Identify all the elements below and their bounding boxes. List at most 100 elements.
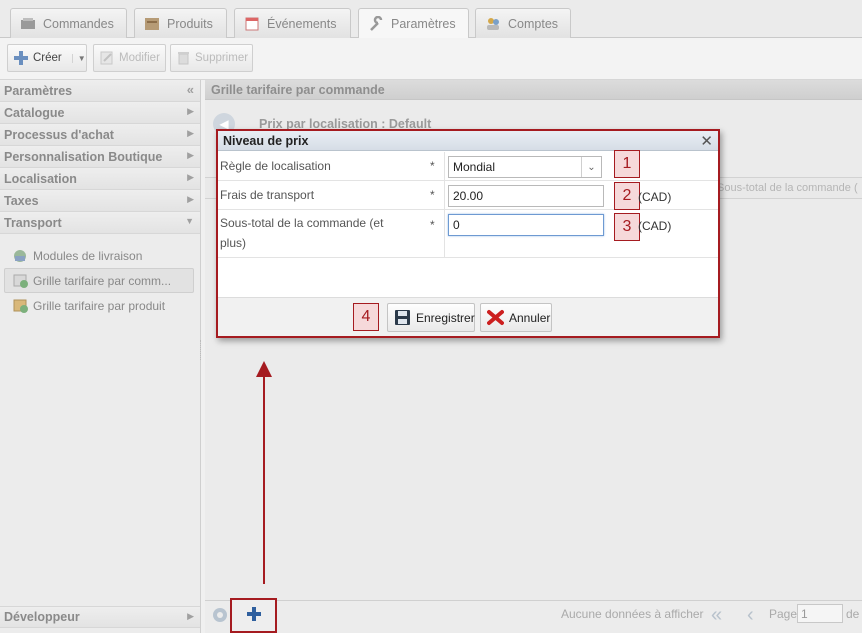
sidebar-header-label: Paramètres: [4, 83, 73, 98]
accounts-icon: [484, 16, 502, 32]
currency-unit: (CAD): [638, 219, 672, 233]
collapse-sidebar-icon[interactable]: «: [187, 82, 194, 97]
shipping-fee-input[interactable]: 20.00: [448, 185, 604, 207]
section-label: Transport: [4, 215, 62, 230]
expand-arrow-icon: ▶: [187, 150, 194, 160]
price-grid-product-icon: [12, 297, 29, 314]
section-label: Taxes: [4, 193, 39, 208]
tab-label: Paramètres: [391, 17, 456, 31]
sidebar-section-taxes[interactable]: Taxes ▶: [0, 190, 200, 212]
sidebar-header: Paramètres «: [0, 80, 200, 102]
first-page-icon[interactable]: «: [711, 604, 722, 627]
toolbar: Créer ▼ Modifier Supprimer: [0, 38, 862, 80]
currency-unit: (CAD): [638, 190, 672, 204]
delete-button[interactable]: Supprimer: [170, 44, 253, 72]
wrench-icon: [367, 16, 385, 32]
orders-icon: [19, 16, 37, 32]
input-value: 0: [453, 218, 460, 232]
dialog-titlebar[interactable]: Niveau de prix ✕: [218, 131, 718, 151]
annotation-badge-1: 1: [614, 150, 640, 178]
expand-arrow-icon: ▶: [187, 106, 194, 116]
price-level-dialog: Niveau de prix ✕ Règle de localisation *…: [216, 129, 720, 338]
cancel-button[interactable]: Annuler: [480, 303, 552, 332]
red-x-icon: [487, 309, 504, 326]
expand-arrow-icon: ▶: [187, 194, 194, 204]
create-button[interactable]: Créer ▼: [7, 44, 87, 72]
chevron-down-icon[interactable]: ⌄: [581, 157, 601, 177]
column-divider: [444, 152, 445, 180]
order-subtotal-input[interactable]: 0: [448, 214, 604, 236]
sidebar-item-shipping-modules[interactable]: Modules de livraison: [0, 243, 200, 268]
field-row-localisation-rule: Règle de localisation * Mondial ⌄ 1: [218, 150, 718, 181]
page-label: Page: [769, 607, 798, 621]
section-label: Personnalisation Boutique: [4, 149, 163, 164]
required-marker: *: [430, 218, 435, 232]
sidebar-section-purchase-process[interactable]: Processus d'achat ▶: [0, 124, 200, 146]
trash-icon: [177, 51, 190, 65]
annotation-arrow-head: [256, 361, 272, 377]
save-label: Enregistrer: [416, 310, 475, 325]
add-price-level-button[interactable]: [230, 598, 277, 633]
no-data-message: Aucune données à afficher: [561, 607, 704, 621]
column-divider: [444, 181, 445, 209]
item-label: Modules de livraison: [33, 248, 143, 263]
create-label: Créer: [33, 52, 62, 64]
sidebar-item-price-grid-order[interactable]: Grille tarifaire par comm...: [4, 268, 194, 293]
sidebar-item-price-grid-product[interactable]: Grille tarifaire par produit: [0, 293, 200, 318]
events-icon: [243, 16, 261, 32]
field-row-shipping-fee: Frais de transport * 20.00 2 (CAD): [218, 181, 718, 210]
annotation-badge-2: 2: [614, 182, 640, 210]
page-number-input[interactable]: [797, 604, 843, 623]
products-icon: [143, 16, 161, 32]
main-tab-bar: Commandes Produits Événements Paramètres…: [0, 0, 862, 39]
item-label: Grille tarifaire par comm...: [33, 273, 172, 288]
localisation-rule-select[interactable]: Mondial ⌄: [448, 156, 602, 178]
section-label: Localisation: [4, 171, 77, 186]
floppy-disk-icon: [394, 309, 411, 326]
refresh-icon[interactable]: [211, 606, 229, 627]
field-label: Frais de transport: [220, 188, 315, 202]
sidebar-section-transport[interactable]: Transport ▼: [0, 212, 200, 234]
modify-button[interactable]: Modifier: [93, 44, 166, 72]
splitter-handle[interactable]: [200, 340, 203, 360]
sidebar-section-catalogue[interactable]: Catalogue ▶: [0, 102, 200, 124]
tab-comptes[interactable]: Comptes: [475, 8, 571, 38]
price-grid-order-icon: [12, 272, 29, 289]
select-value: Mondial: [453, 160, 496, 174]
section-label: Catalogue: [4, 105, 65, 120]
plus-icon: [246, 607, 261, 624]
field-label-continued: plus): [220, 236, 247, 250]
tab-parametres[interactable]: Paramètres: [358, 8, 469, 39]
column-header-subtotal[interactable]: Sous-total de la commande (: [717, 182, 858, 194]
required-marker: *: [430, 188, 435, 202]
field-label: Règle de localisation: [220, 159, 331, 173]
column-divider: [444, 210, 445, 257]
section-label: Développeur: [4, 610, 80, 624]
tab-label: Produits: [167, 16, 213, 31]
tab-label: Événements: [267, 16, 337, 31]
dialog-footer: 4 Enregistrer Annuler: [218, 297, 718, 336]
expand-arrow-icon: ▶: [187, 172, 194, 182]
close-icon[interactable]: ✕: [700, 132, 713, 150]
save-button[interactable]: Enregistrer: [387, 303, 475, 332]
dropdown-caret-icon[interactable]: ▼: [71, 53, 86, 63]
expand-arrow-icon: ▶: [187, 611, 194, 621]
sidebar-section-store-customization[interactable]: Personnalisation Boutique ▶: [0, 146, 200, 168]
sidebar-section-developer[interactable]: Développeur ▶: [0, 606, 200, 628]
modify-label: Modifier: [119, 52, 160, 64]
section-label: Processus d'achat: [4, 127, 114, 142]
previous-page-icon[interactable]: ‹: [747, 604, 754, 627]
shipping-modules-icon: [12, 247, 29, 264]
delete-label: Supprimer: [195, 52, 249, 64]
sidebar-section-localisation[interactable]: Localisation ▶: [0, 168, 200, 190]
tab-label: Comptes: [508, 16, 559, 31]
edit-icon: [100, 51, 114, 65]
plus-icon: [14, 51, 28, 65]
tab-produits[interactable]: Produits: [134, 8, 227, 38]
required-marker: *: [430, 159, 435, 173]
tab-evenements[interactable]: Événements: [234, 8, 351, 38]
tab-commandes[interactable]: Commandes: [10, 8, 127, 38]
dialog-title: Niveau de prix: [223, 133, 309, 148]
annotation-badge-3: 3: [614, 213, 640, 241]
input-value: 20.00: [453, 189, 484, 203]
